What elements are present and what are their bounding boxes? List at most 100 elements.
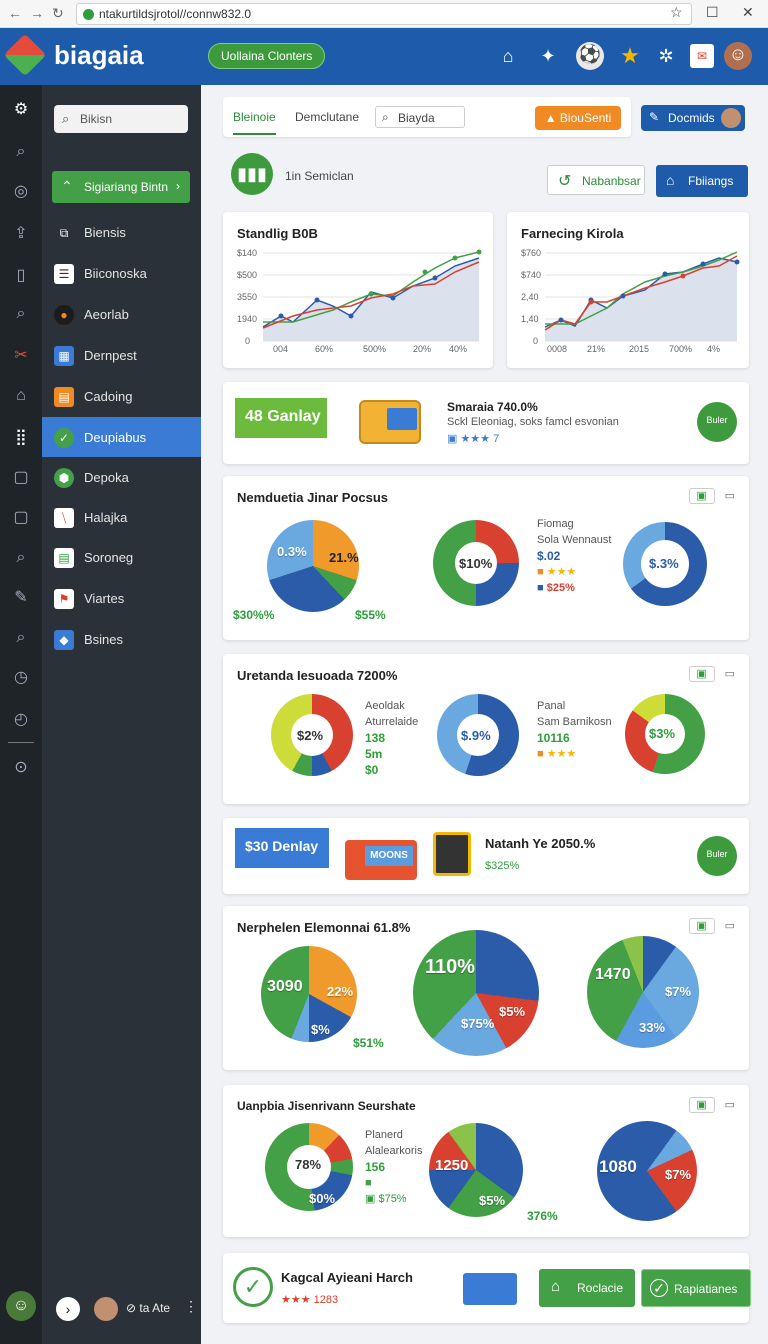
square-icon[interactable]: ▢ (10, 507, 32, 529)
legend-value: 10116 (537, 731, 570, 745)
pie-card-2: Uretanda Iesuoada 7200% ▣ ▭ $2% Aeoldak A… (223, 654, 749, 804)
calendar-icon (433, 832, 471, 876)
sidebar-item-cadoing[interactable]: ▤ Cadoing (42, 376, 201, 416)
app-logo[interactable]: biagaia (54, 40, 144, 71)
clock-icon[interactable]: ◴ (10, 709, 32, 731)
pie-legend: Fiomag Sola Wennaust $.02 ■ ★★★ ■ $25% (537, 516, 611, 596)
upload-icon[interactable]: ⇪ (10, 223, 32, 245)
docs-button[interactable]: ✎ Docmids (641, 105, 745, 131)
pie-label: 33% (639, 1020, 666, 1035)
tab-demclutane[interactable]: Demclutane (295, 110, 359, 124)
pie-label: $7% (665, 984, 692, 999)
pie-label: 3090 (267, 978, 303, 995)
compass-icon[interactable]: ◷ (10, 667, 32, 689)
legend-item: Sola Wennaust (537, 534, 612, 546)
maximize-icon[interactable]: ☐ (706, 4, 719, 21)
pie-label: $5% (499, 1004, 526, 1019)
legend-item: Fiomag (537, 518, 574, 530)
tab-bleinoie[interactable]: Bleinoie (233, 110, 276, 135)
box-icon[interactable]: ⌂ (496, 44, 520, 68)
info-icon[interactable]: ⊙ (10, 757, 32, 779)
rapiatianes-button[interactable]: ✓ Rapiatianes (641, 1269, 751, 1307)
nabanbsar-button[interactable]: ↺ Nabanbsar (547, 165, 645, 195)
search-icon[interactable]: ⌕ (10, 627, 32, 649)
fbiiangs-label: Fbiiangs (688, 174, 734, 188)
more-icon[interactable]: ⋮ (184, 1298, 198, 1315)
sidebar-item-soroneg[interactable]: ▤ Soroneg (42, 537, 201, 577)
promo-badge[interactable]: Buler (697, 402, 737, 442)
y-tick: 0 (245, 336, 250, 346)
pie-label: 1080 (599, 1157, 637, 1176)
apps-icon[interactable]: ⣿ (10, 427, 32, 449)
promo-badge[interactable]: Buler (697, 836, 737, 876)
sidebar-item-depoka[interactable]: ⬢ Depoka (42, 457, 201, 497)
legend-item: Aeoldak (365, 700, 405, 712)
truck-icon: MOONS (345, 840, 417, 880)
pie-label: 1470 (595, 966, 631, 983)
home-icon[interactable]: ⌂ (10, 385, 32, 407)
sidebar-primary-button[interactable]: ⌃ Sigiariang Bintn › (52, 171, 190, 203)
search-icon[interactable]: ⌕ (10, 303, 32, 325)
avatar[interactable]: ☺ (724, 42, 752, 70)
page-subtitle: 1in Semiclan (285, 169, 354, 183)
back-icon[interactable]: ← (8, 5, 22, 21)
folder-icon[interactable]: ▭ (725, 920, 735, 932)
square-icon[interactable]: ▢ (10, 467, 32, 489)
folder-icon[interactable]: ▭ (725, 490, 735, 502)
book-icon[interactable]: ▯ (10, 265, 32, 287)
folder-icon[interactable]: ▭ (725, 668, 735, 680)
sidebar-item-bsines[interactable]: ◆ Bsines (42, 619, 201, 659)
sidebar-item-biensis[interactable]: ⧉ Biensis (42, 212, 201, 252)
star-icon[interactable]: ☆ (670, 4, 683, 21)
edit-icon[interactable]: ✎ (10, 587, 32, 609)
user-name[interactable]: ⊘ ta Ate (126, 1301, 170, 1315)
footer-card: ✓ Kagcal Ayieani Harch ★★★ 1283 ⌂ Roclaci… (223, 1253, 751, 1323)
pie-label: $75% (461, 1016, 495, 1031)
legend-swatch: ■ (365, 1177, 372, 1189)
x-tick: 60% (315, 344, 333, 354)
pie-label: $5% (479, 1193, 506, 1208)
fbiiangs-button[interactable]: ⌂ Fbiiangs (656, 165, 748, 197)
forward-icon[interactable]: → (30, 5, 44, 21)
search-icon[interactable]: ⌕ (10, 547, 32, 569)
notification-icon[interactable]: ✉ (690, 44, 714, 68)
image-icon[interactable]: ▣ (688, 666, 715, 682)
sidebar-item-aeorlab[interactable]: ● Aeorlab (42, 294, 201, 334)
rating-stars: ▣ ★★★ 7 (447, 433, 500, 445)
puzzle-icon[interactable]: ✦ (536, 44, 560, 68)
close-icon[interactable]: ✕ (742, 4, 754, 21)
collapse-button[interactable]: › (56, 1297, 80, 1321)
search-icon[interactable]: ⌕ (10, 141, 32, 163)
soccer-icon[interactable]: ⚽ (576, 42, 604, 70)
folder-icon[interactable]: ▭ (725, 1099, 735, 1111)
sidebar-item-dernpest[interactable]: ▦ Dernpest (42, 335, 201, 375)
gear-icon[interactable]: ✲ (654, 44, 678, 68)
pie-card-title-text: Uanpbia Jisenrivann Seurshate (237, 1099, 416, 1113)
sidebar-search-input[interactable]: ⌕ Bikisn (54, 105, 188, 133)
promo-card-2: $30 Denlay MOONS Natanh Ye 2050.% $325% … (223, 818, 749, 894)
url-bar[interactable]: ntakurtildsjrotol//connw832.0 (76, 3, 692, 25)
globe-icon[interactable]: ◎ (10, 181, 32, 203)
sidebar-item-halajka[interactable]: ⧹ Halajka (42, 497, 201, 537)
promo-card-1: 48 Ganlay Smaraia 740.0% Sckl Eleoniag, … (223, 382, 749, 464)
sidebar-item-biiconoska[interactable]: ☰ Biiconoska (42, 253, 201, 293)
user-avatar[interactable] (94, 1297, 118, 1321)
settings-icon[interactable]: ⚙ (10, 99, 32, 121)
tab-search-input[interactable]: ⌕ Biayda (375, 106, 465, 128)
roclacie-button[interactable]: ⌂ Roclacie (539, 1269, 635, 1307)
image-icon[interactable]: ▣ (688, 488, 715, 504)
image-icon[interactable]: ▣ (688, 918, 715, 934)
reload-icon[interactable]: ↻ (52, 5, 64, 22)
orange-action-button[interactable]: ▲ BiouSenti (535, 106, 621, 130)
image-icon[interactable]: ▣ (688, 1097, 715, 1113)
sidebar-item-viartes[interactable]: ⚑ Viartes (42, 578, 201, 618)
star-icon[interactable]: ★ (618, 44, 642, 68)
roclacie-label: Roclacie (577, 1281, 624, 1295)
sidebar-item-label: Deupiabus (84, 430, 147, 445)
layers-icon: ⧉ (59, 226, 69, 240)
header-badge[interactable]: Uollaina Clonters (208, 43, 326, 69)
secure-icon (83, 9, 94, 20)
sidebar-item-deupiabus[interactable]: ✓ Deupiabus (42, 417, 201, 457)
user-avatar[interactable]: ☺ (6, 1291, 36, 1321)
tools-icon[interactable]: ✂ (10, 345, 32, 367)
